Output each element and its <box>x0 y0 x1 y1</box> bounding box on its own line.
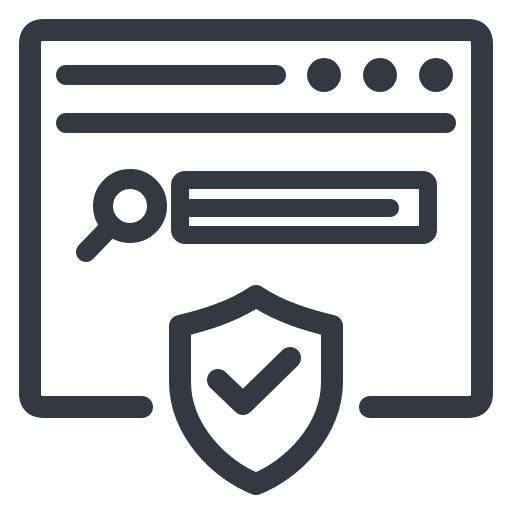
search-handle <box>76 216 121 262</box>
icon-svg <box>19 19 493 495</box>
window-dots-icon <box>307 58 453 92</box>
window-dot-2 <box>363 58 397 92</box>
search-icon <box>76 169 167 262</box>
window-dot-1 <box>307 58 341 92</box>
window-dot-3 <box>419 58 453 92</box>
checkmark-icon <box>207 347 301 415</box>
secure-web-search-icon <box>0 0 512 512</box>
